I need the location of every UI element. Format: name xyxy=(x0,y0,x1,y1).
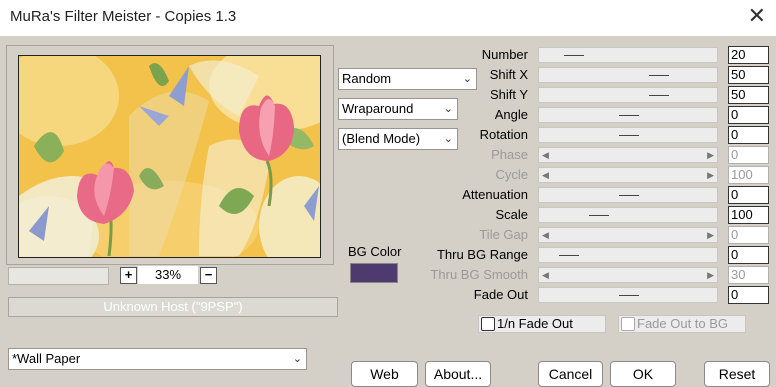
param-slider[interactable] xyxy=(538,187,718,203)
param-label: Rotation xyxy=(479,127,528,142)
param-value-field[interactable]: 30 xyxy=(728,266,769,284)
close-icon[interactable]: ✕ xyxy=(748,4,766,29)
param-value-field[interactable]: 100 xyxy=(728,206,769,224)
param-value-field[interactable]: 0 xyxy=(728,186,769,204)
param-label: Thru BG Smooth xyxy=(430,267,528,282)
param-slider[interactable] xyxy=(538,87,718,103)
param-slider[interactable] xyxy=(538,207,718,223)
slider-thumb[interactable] xyxy=(564,55,584,56)
slider-thumb[interactable] xyxy=(619,195,639,196)
preset-dropdown-value: *Wall Paper xyxy=(12,351,81,366)
slider-thumb[interactable] xyxy=(649,95,669,96)
zoom-out-button[interactable]: − xyxy=(200,267,217,284)
arrow-left-icon[interactable]: ◀ xyxy=(542,148,549,162)
param-value-field[interactable]: 0 xyxy=(728,126,769,144)
param-label: Shift X xyxy=(489,67,528,82)
title-bar: MuRa's Filter Meister - Copies 1.3 ✕ xyxy=(0,0,776,36)
param-value-field[interactable]: 0 xyxy=(728,106,769,124)
arrow-left-icon[interactable]: ◀ xyxy=(542,228,549,242)
param-value-field[interactable]: 20 xyxy=(728,46,769,64)
arrow-left-icon[interactable]: ◀ xyxy=(542,268,549,282)
param-value-field[interactable]: 0 xyxy=(728,146,769,164)
arrow-right-icon[interactable]: ▶ xyxy=(707,268,714,282)
param-slider[interactable] xyxy=(538,47,718,63)
param-slider[interactable] xyxy=(538,247,718,263)
window-title: MuRa's Filter Meister - Copies 1.3 xyxy=(10,8,237,25)
param-label: Phase xyxy=(491,147,528,162)
about-button[interactable]: About... xyxy=(425,361,491,387)
param-slider[interactable] xyxy=(538,127,718,143)
chevron-down-icon: ⌄ xyxy=(292,353,302,365)
slider-thumb[interactable] xyxy=(619,135,639,136)
cancel-button[interactable]: Cancel xyxy=(538,361,603,387)
param-value-field[interactable]: 50 xyxy=(728,86,769,104)
param-slider[interactable]: ◀ ▶ xyxy=(538,227,718,243)
tulip-pattern-image xyxy=(19,56,320,257)
checkbox-box xyxy=(481,317,495,331)
param-slider[interactable]: ◀ ▶ xyxy=(538,167,718,183)
fade-to-bg-checkbox[interactable]: Fade Out to BG xyxy=(618,315,746,333)
reset-button[interactable]: Reset xyxy=(704,361,770,387)
param-label: Fade Out xyxy=(473,287,528,302)
param-label: Scale xyxy=(495,207,528,222)
slider-thumb[interactable] xyxy=(649,75,669,76)
param-label: Cycle xyxy=(495,167,528,182)
param-value-field[interactable]: 0 xyxy=(728,246,769,264)
zoom-level: 33% xyxy=(138,266,198,284)
param-value-field[interactable]: 0 xyxy=(728,286,769,304)
checkbox-box xyxy=(621,317,635,331)
param-label: Shift Y xyxy=(489,87,528,102)
param-label: Angle xyxy=(494,107,528,122)
param-label: Thru BG Range xyxy=(436,247,528,262)
zoom-in-button[interactable]: + xyxy=(120,267,137,284)
arrow-right-icon[interactable]: ▶ xyxy=(707,228,714,242)
param-value-field[interactable]: 0 xyxy=(728,226,769,244)
preview-image[interactable] xyxy=(18,55,321,258)
slider-thumb[interactable] xyxy=(619,115,639,116)
arrow-right-icon[interactable]: ▶ xyxy=(707,148,714,162)
web-button[interactable]: Web xyxy=(351,361,418,387)
slider-thumb[interactable] xyxy=(619,295,639,296)
arrow-left-icon[interactable]: ◀ xyxy=(542,168,549,182)
fade-1n-label: 1/n Fade Out xyxy=(497,316,573,331)
param-label: Number xyxy=(481,47,528,62)
fade-1n-checkbox[interactable]: 1/n Fade Out xyxy=(478,315,606,333)
param-value-field[interactable]: 50 xyxy=(728,66,769,84)
param-label: Tile Gap xyxy=(479,227,528,242)
zoom-track[interactable] xyxy=(8,267,109,285)
ok-button[interactable]: OK xyxy=(610,361,676,387)
param-slider[interactable] xyxy=(538,107,718,123)
param-value-field[interactable]: 100 xyxy=(728,166,769,184)
param-label: Attenuation xyxy=(462,187,528,202)
slider-thumb[interactable] xyxy=(589,215,609,216)
param-slider[interactable]: ◀ ▶ xyxy=(538,267,718,283)
preset-dropdown[interactable]: *Wall Paper ⌄ xyxy=(8,348,307,370)
fade-to-bg-label: Fade Out to BG xyxy=(637,316,729,331)
param-slider[interactable] xyxy=(538,287,718,303)
arrow-right-icon[interactable]: ▶ xyxy=(707,168,714,182)
host-status: Unknown Host ("9PSP") xyxy=(8,297,338,317)
param-slider[interactable]: ◀ ▶ xyxy=(538,147,718,163)
param-slider[interactable] xyxy=(538,67,718,83)
slider-thumb[interactable] xyxy=(559,255,579,256)
